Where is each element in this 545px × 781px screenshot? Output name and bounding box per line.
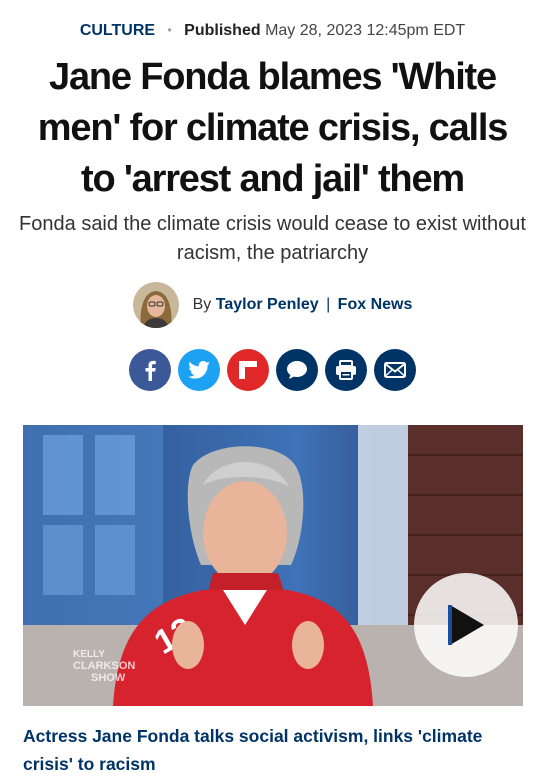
category-link[interactable]: CULTURE xyxy=(80,22,155,39)
author-avatar[interactable] xyxy=(132,282,179,328)
print-button[interactable] xyxy=(325,349,367,391)
play-icon xyxy=(448,605,484,645)
video-caption[interactable]: Actress Jane Fonda talks social activism… xyxy=(23,722,523,778)
comments-button[interactable] xyxy=(276,349,318,391)
article-headline: Jane Fonda blames 'White men' for climat… xyxy=(37,56,509,200)
byline-prefix: By xyxy=(192,296,212,313)
play-button[interactable] xyxy=(414,573,518,677)
author-link[interactable]: Taylor Penley xyxy=(216,296,319,313)
print-icon xyxy=(336,360,356,380)
twitter-icon xyxy=(188,361,210,379)
email-icon xyxy=(384,362,406,378)
byline-text: By Taylor Penley | Fox News xyxy=(193,296,413,314)
video-player[interactable]: 12 KELLY CLARKSON SHOW xyxy=(23,425,523,706)
facebook-icon xyxy=(145,360,156,381)
svg-text:CLARKSON: CLARKSON xyxy=(73,660,135,672)
svg-text:KELLY: KELLY xyxy=(73,649,105,660)
published-date: May 28, 2023 12:45pm EDT xyxy=(265,22,466,39)
svg-text:SHOW: SHOW xyxy=(91,672,126,684)
byline-separator: | xyxy=(326,296,331,313)
article-meta: CULTURE • Published May 28, 2023 12:45pm… xyxy=(0,20,545,41)
byline: By Taylor Penley | Fox News xyxy=(0,282,545,328)
email-share-button[interactable] xyxy=(374,349,416,391)
comment-icon xyxy=(287,361,307,379)
published-label: Published xyxy=(184,22,261,39)
article-subheadline: Fonda said the climate crisis would ceas… xyxy=(19,213,526,264)
facebook-share-button[interactable] xyxy=(129,349,171,391)
meta-separator: • xyxy=(167,23,172,37)
outlet-link[interactable]: Fox News xyxy=(338,296,413,313)
flipboard-share-button[interactable] xyxy=(227,349,269,391)
share-buttons xyxy=(0,349,545,391)
twitter-share-button[interactable] xyxy=(178,349,220,391)
flipboard-icon xyxy=(239,361,257,379)
